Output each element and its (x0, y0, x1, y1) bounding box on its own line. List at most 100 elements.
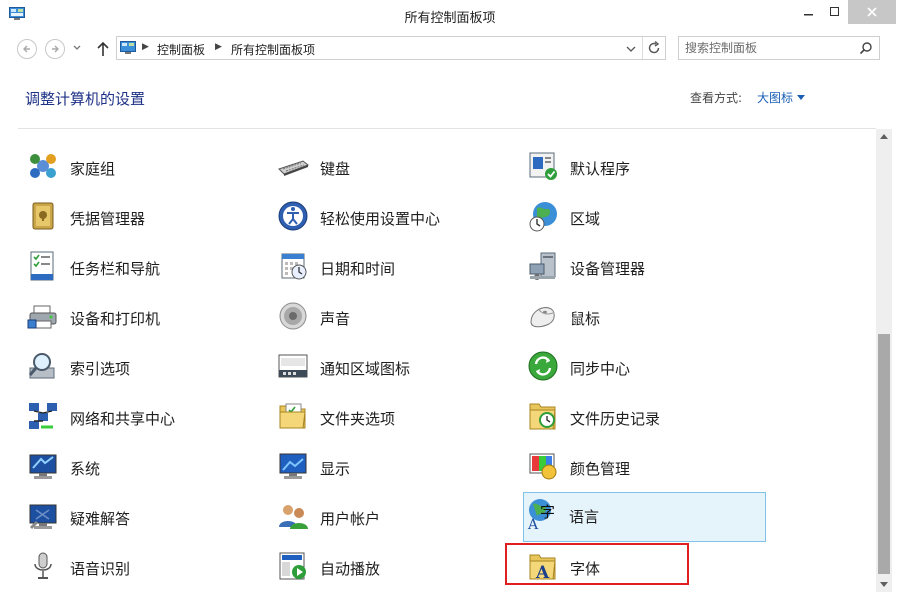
page-title: 调整计算机的设置 (25, 90, 146, 108)
vertical-scrollbar[interactable] (876, 129, 892, 592)
back-button[interactable] (17, 39, 37, 59)
caret-down-icon (797, 95, 806, 100)
control-panel-item-mouse[interactable]: 鼠标 (524, 294, 766, 338)
control-panel-item-system[interactable]: 系统 (24, 444, 266, 488)
control-panel-item-speech-recognition[interactable]: 语音识别 (24, 544, 266, 588)
recent-locations-chevron-icon[interactable] (72, 43, 82, 53)
control-panel-item-user-accounts[interactable]: 用户帐户 (274, 494, 516, 538)
control-panel-item-troubleshooting[interactable]: 疑难解答 (24, 494, 266, 538)
address-bar[interactable]: ▶ 控制面板 ▶ 所有控制面板项 (116, 36, 666, 60)
speech-recognition-icon (34, 552, 52, 579)
address-dropdown-icon[interactable] (623, 42, 639, 56)
close-button[interactable] (848, 0, 896, 24)
title-bar: 所有控制面板项 (0, 0, 900, 32)
credential-manager-icon (32, 202, 54, 230)
fonts-icon: A (529, 554, 556, 582)
partial-item-icon (278, 129, 310, 133)
control-panel-item-folder-options[interactable]: 文件夹选项 (274, 394, 516, 438)
region-icon (529, 202, 557, 232)
item-label: 显示 (320, 460, 351, 478)
item-label: 通知区域图标 (320, 360, 411, 378)
date-time-icon (281, 253, 307, 280)
scrollbar-thumb[interactable] (878, 334, 890, 574)
item-label: 文件夹选项 (320, 410, 396, 428)
item-label: 家庭组 (70, 160, 116, 178)
control-panel-item-device-manager[interactable]: 设备管理器 (524, 244, 766, 288)
network-icon (29, 403, 57, 429)
item-label: 设备和打印机 (70, 310, 161, 328)
item-label: 颜色管理 (570, 460, 631, 478)
control-panel-icon (120, 41, 136, 54)
breadcrumb-all-items[interactable]: 所有控制面板项 (231, 41, 315, 58)
control-panel-item-color-management[interactable]: 颜色管理 (524, 444, 766, 488)
items-grid: 家庭组 键盘 默认程序 凭据管理器 轻松使用设置中心 区域 任务栏和导航 日期和… (0, 129, 876, 600)
arrow-right-icon (52, 45, 59, 53)
control-panel-item-autoplay[interactable]: 自动播放 (274, 544, 516, 588)
homegroup-icon (30, 154, 56, 178)
control-panel-item-notification-area-icons[interactable]: 通知区域图标 (274, 344, 516, 388)
control-panel-item-file-history[interactable]: 文件历史记录 (524, 394, 766, 438)
control-panel-item-sync-center[interactable]: 同步中心 (524, 344, 766, 388)
taskbar-icon (30, 251, 54, 281)
control-panel-item-language[interactable]: 字 A 语言 (523, 492, 766, 542)
item-label: 语音识别 (70, 560, 131, 578)
control-panel-item-display[interactable]: 显示 (274, 444, 516, 488)
partial-item-icon (528, 129, 560, 133)
devices-printers-icon (27, 305, 57, 329)
scroll-up-button[interactable] (876, 129, 892, 143)
search-input[interactable] (685, 39, 855, 57)
indexing-icon (28, 353, 55, 379)
control-panel-item-region[interactable]: 区域 (524, 194, 766, 238)
scroll-down-icon (880, 582, 888, 587)
file-history-icon (529, 403, 556, 430)
item-label: 同步中心 (570, 360, 631, 378)
item-label: 区域 (570, 210, 601, 228)
window-title: 所有控制面板项 (404, 11, 496, 26)
breadcrumb-separator-icon[interactable]: ▶ (215, 42, 222, 52)
search-box[interactable] (678, 36, 880, 60)
control-panel-item-homegroup[interactable]: 家庭组 (24, 144, 266, 188)
item-label: 字体 (570, 560, 601, 578)
up-arrow-icon[interactable] (96, 41, 110, 57)
partial-item-icon (27, 129, 59, 133)
sound-icon (279, 302, 307, 330)
navigation-bar: ▶ 控制面板 ▶ 所有控制面板项 (0, 31, 900, 69)
item-label: 索引选项 (70, 360, 131, 378)
item-label: 自动播放 (320, 560, 381, 578)
display-icon (279, 453, 307, 479)
item-label: 文件历史记录 (570, 410, 661, 428)
item-label: 声音 (320, 310, 351, 328)
control-panel-item-default-programs[interactable]: 默认程序 (524, 144, 766, 188)
breadcrumb-control-panel[interactable]: 控制面板 (157, 41, 205, 58)
item-label: 轻松使用设置中心 (320, 210, 441, 228)
control-panel-item-network-sharing-center[interactable]: 网络和共享中心 (24, 394, 266, 438)
view-by-dropdown[interactable]: 大图标 (757, 89, 806, 106)
refresh-icon[interactable] (646, 40, 662, 56)
svg-text:A: A (527, 517, 539, 530)
maximize-icon (830, 7, 839, 16)
scroll-down-button[interactable] (876, 578, 892, 592)
control-panel-item-ease-of-access[interactable]: 轻松使用设置中心 (274, 194, 516, 238)
control-panel-item-credential-manager[interactable]: 凭据管理器 (24, 194, 266, 238)
arrow-left-icon (23, 45, 30, 53)
color-management-icon (529, 453, 557, 480)
item-label: 日期和时间 (320, 260, 396, 278)
control-panel-item-taskbar-navigation[interactable]: 任务栏和导航 (24, 244, 266, 288)
item-label: 用户帐户 (320, 510, 381, 528)
control-panel-item-fonts[interactable]: A 字体 (524, 544, 766, 588)
breadcrumb-separator-icon[interactable]: ▶ (142, 42, 149, 52)
view-by-label: 查看方式: (690, 91, 743, 105)
search-icon[interactable] (859, 41, 873, 55)
control-panel-item-keyboard[interactable]: 键盘 (274, 144, 516, 188)
forward-button[interactable] (45, 39, 65, 59)
control-panel-item-sound[interactable]: 声音 (274, 294, 516, 338)
svg-text:A: A (535, 563, 550, 582)
item-label: 网络和共享中心 (70, 410, 176, 428)
close-icon (867, 7, 877, 17)
control-panel-item-indexing-options[interactable]: 索引选项 (24, 344, 266, 388)
minimize-button[interactable] (796, 0, 822, 24)
control-panel-item-devices-printers[interactable]: 设备和打印机 (24, 294, 266, 338)
maximize-button[interactable] (822, 0, 848, 24)
control-panel-item-date-time[interactable]: 日期和时间 (274, 244, 516, 288)
item-label: 鼠标 (570, 310, 601, 328)
